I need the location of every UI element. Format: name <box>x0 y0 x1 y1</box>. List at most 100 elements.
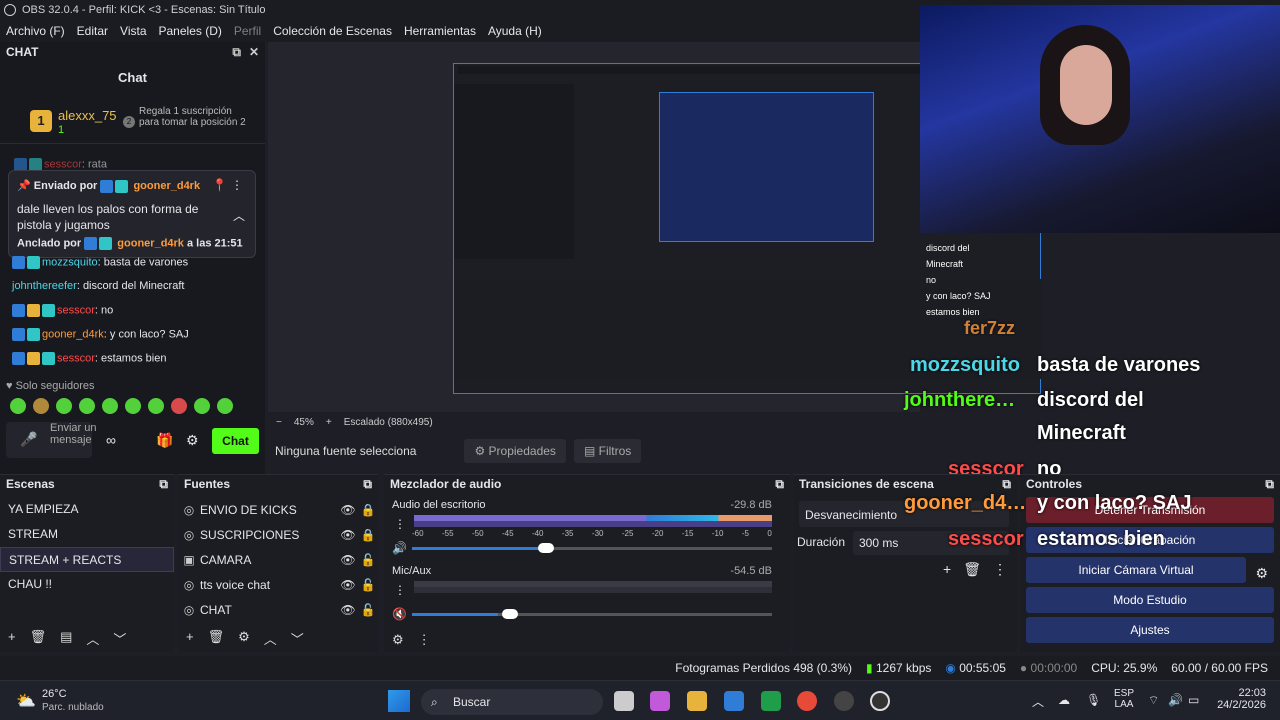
gear-icon[interactable]: ⚙ <box>1255 565 1268 582</box>
obs-taskbar-icon[interactable] <box>870 691 890 711</box>
excel-icon[interactable] <box>761 691 781 711</box>
add-icon[interactable]: + <box>943 561 951 578</box>
speaker-icon[interactable]: 🔊 <box>392 541 407 555</box>
unpin-icon[interactable]: 📍 <box>212 178 227 192</box>
volume-icon[interactable]: 🔊 <box>1168 693 1183 707</box>
menu-ayuda[interactable]: Ayuda (H) <box>482 24 548 38</box>
wifi-icon[interactable]: ⌔ <box>1148 693 1159 708</box>
zoom-level[interactable]: 45% <box>294 417 314 428</box>
gifter-username[interactable]: alexxx_75 <box>58 108 117 123</box>
emote-icon[interactable] <box>125 398 141 414</box>
trash-icon[interactable]: 🗑 <box>30 629 47 648</box>
up-icon[interactable]: ︿ <box>86 629 99 648</box>
chat-send-button[interactable]: Chat <box>212 428 259 454</box>
scene-item[interactable]: YA EMPIEZA <box>0 497 174 522</box>
lock-icon[interactable]: 🔓 <box>358 553 378 567</box>
down-icon[interactable]: ﹀ <box>291 629 304 648</box>
add-icon[interactable]: + <box>8 629 16 648</box>
word-icon[interactable] <box>724 691 744 711</box>
emote-icon[interactable] <box>56 398 72 414</box>
lock-icon[interactable]: 🔒 <box>358 528 378 542</box>
file-explorer-icon[interactable] <box>687 691 707 711</box>
float-icon[interactable]: ⧉ <box>1002 477 1011 492</box>
collapse-icon[interactable]: ︿ <box>233 207 245 224</box>
float-icon[interactable]: ⧉ <box>1265 477 1274 492</box>
virtual-camera-button[interactable]: Iniciar Cámara Virtual <box>1026 557 1246 583</box>
microphone-icon[interactable]: 🎤 <box>20 431 37 448</box>
menu-perfil[interactable]: Perfil <box>228 24 267 38</box>
more-icon[interactable]: ⋮ <box>394 583 406 597</box>
more-icon[interactable]: ⋮ <box>993 561 1007 578</box>
emote-icon[interactable] <box>33 398 49 414</box>
eye-icon[interactable]: 👁 <box>338 578 358 592</box>
slider-handle[interactable] <box>538 543 554 553</box>
muted-speaker-icon[interactable]: 🔇 <box>392 607 407 621</box>
eye-icon[interactable]: 👁 <box>338 503 358 517</box>
menu-vista[interactable]: Vista <box>114 24 152 38</box>
properties-button[interactable]: ⚙ Propiedades <box>464 439 566 463</box>
copilot-icon[interactable] <box>650 691 670 711</box>
source-item[interactable]: ◎ CHAT 👁 🔓 <box>178 597 378 622</box>
gear-icon[interactable]: ⚙ <box>238 629 250 648</box>
emote-icon[interactable] <box>148 398 164 414</box>
source-item[interactable]: ◎ tts voice chat 👁 🔓 <box>178 572 378 597</box>
menu-editar[interactable]: Editar <box>71 24 114 38</box>
windows-start-icon[interactable] <box>388 690 410 712</box>
weather-desc[interactable]: Parc. nublado <box>42 702 104 713</box>
lock-icon[interactable]: 🔓 <box>358 578 378 592</box>
down-icon[interactable]: ﹀ <box>113 629 126 648</box>
zoom-minus-icon[interactable]: − <box>276 417 282 428</box>
cloud-icon[interactable]: ☁ <box>1058 693 1070 707</box>
emote-icon[interactable] <box>194 398 210 414</box>
float-icon[interactable]: ⧉ <box>775 477 784 492</box>
close-icon[interactable]: ✕ <box>249 45 259 59</box>
chat-input[interactable]: 🎤 Enviar un mensaje <box>6 422 96 458</box>
task-view-icon[interactable] <box>614 691 634 711</box>
trash-icon[interactable]: 🗑 <box>963 561 981 578</box>
slider-handle[interactable] <box>502 609 518 619</box>
scene-item-selected[interactable]: STREAM + REACTS <box>0 547 174 572</box>
settings-icon[interactable]: ⚙ <box>186 432 199 449</box>
clock[interactable]: 22:03 24/2/2026 <box>1217 687 1266 711</box>
taskbar-search[interactable]: ⌕ Buscar <box>421 689 603 715</box>
float-icon[interactable]: ⧉ <box>159 477 168 492</box>
more-icon[interactable]: ⋮ <box>231 178 243 192</box>
more-icon[interactable]: ⋮ <box>418 632 431 648</box>
float-icon[interactable]: ⧉ <box>363 477 372 492</box>
mic-tray-icon[interactable]: 🎙 <box>1086 693 1101 707</box>
weather-temp[interactable]: 26°C <box>42 688 67 700</box>
emote-icon[interactable] <box>79 398 95 414</box>
media-player-icon[interactable] <box>834 691 854 711</box>
eye-icon[interactable]: 👁 <box>338 603 358 617</box>
float-icon[interactable]: ⧉ <box>232 45 241 59</box>
gift-icon[interactable]: 🎁 <box>156 432 173 449</box>
weather-icon[interactable]: ⛅ <box>16 691 36 711</box>
volume-slider[interactable] <box>412 543 772 553</box>
source-item[interactable]: ◎ ENVIO DE KICKS 👁 🔒 <box>178 497 378 522</box>
menu-archivo[interactable]: Archivo (F) <box>0 24 71 38</box>
chevron-up-icon[interactable]: ︿ <box>1032 693 1044 710</box>
zoom-plus-icon[interactable]: + <box>326 417 332 428</box>
emote-icon[interactable] <box>102 398 118 414</box>
lock-icon[interactable]: 🔓 <box>358 603 378 617</box>
source-item[interactable]: ▣ CAMARA 👁 🔓 <box>178 547 378 572</box>
source-item[interactable]: ◎ SUSCRIPCIONES 👁 🔒 <box>178 522 378 547</box>
menu-paneles[interactable]: Paneles (D) <box>153 24 228 38</box>
language-indicator[interactable]: ESP LAA <box>1114 688 1134 710</box>
volume-slider[interactable] <box>412 609 772 619</box>
eye-icon[interactable]: 👁 <box>338 553 358 567</box>
menu-herramientas[interactable]: Herramientas <box>398 24 482 38</box>
emote-icon[interactable] <box>10 398 26 414</box>
more-icon[interactable]: ⋮ <box>394 517 406 531</box>
chrome-icon[interactable] <box>797 691 817 711</box>
up-icon[interactable]: ︿ <box>264 629 277 648</box>
add-icon[interactable]: + <box>186 629 194 648</box>
settings-button[interactable]: Ajustes <box>1026 617 1274 643</box>
studio-mode-button[interactable]: Modo Estudio <box>1026 587 1274 613</box>
emote-icon[interactable] <box>217 398 233 414</box>
lock-icon[interactable]: 🔒 <box>358 503 378 517</box>
scene-item[interactable]: CHAU !! <box>0 572 174 597</box>
advanced-audio-icon[interactable]: ⚙ <box>392 632 404 648</box>
menu-coleccion[interactable]: Colección de Escenas <box>267 24 398 38</box>
filters-button[interactable]: ▤ Filtros <box>573 439 642 463</box>
